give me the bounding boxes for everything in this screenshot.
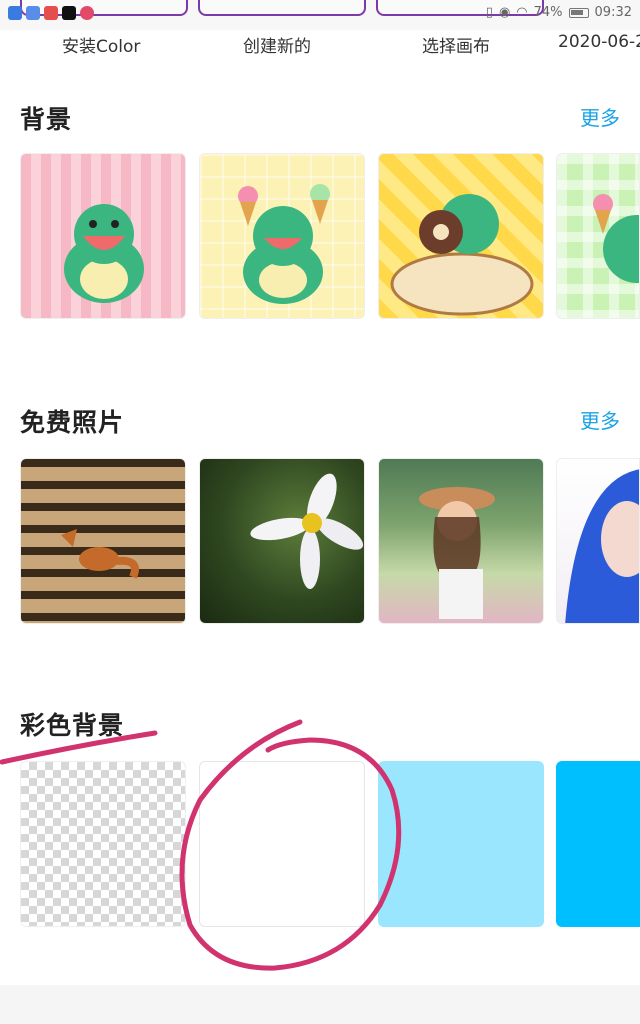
- free-photos-more-link[interactable]: 更多: [580, 405, 620, 434]
- app-icon: [8, 6, 22, 20]
- template-labels-row: 安装Color 创建新的 选择画布 2020-06-2: [0, 30, 640, 82]
- template-card-2[interactable]: [198, 0, 366, 16]
- fox-photo: [61, 529, 139, 579]
- tiktok-icon: [62, 6, 76, 20]
- background-tile[interactable]: [378, 153, 544, 319]
- clock: 09:32: [594, 5, 632, 20]
- battery-percent: 74%: [533, 5, 563, 20]
- blue-color-tile[interactable]: [556, 761, 640, 927]
- light-blue-color-tile[interactable]: [378, 761, 544, 927]
- eye-icon: ◉: [498, 5, 511, 20]
- anime-girl-illustration: [565, 469, 639, 623]
- white-color-tile[interactable]: [199, 761, 365, 927]
- app-icon: [80, 6, 94, 20]
- flower-photo: [250, 473, 364, 589]
- photo-tile[interactable]: [378, 458, 544, 624]
- section-title-backgrounds: 背景: [20, 105, 73, 134]
- wifi-icon: ◠: [516, 5, 528, 20]
- bottom-bar: [0, 985, 640, 1024]
- notification-icons: [8, 6, 94, 20]
- battery-icon: [568, 7, 589, 18]
- background-tile[interactable]: [20, 153, 186, 319]
- photo-tile[interactable]: [199, 458, 365, 624]
- photo-tile[interactable]: [556, 458, 640, 624]
- section-title-color-backgrounds: 彩色背景: [20, 711, 125, 740]
- background-tile[interactable]: [556, 153, 640, 319]
- system-status: ▯ ◉ ◠ 74% 09:32: [486, 5, 632, 20]
- donut-dinosaur-illustration: [390, 194, 534, 316]
- girl-garden-photo: [419, 487, 495, 619]
- app-icon: [44, 6, 58, 20]
- background-tile[interactable]: [199, 153, 365, 319]
- dinosaur-illustration: [593, 194, 639, 283]
- vibrate-icon: ▯: [485, 5, 493, 20]
- backgrounds-more-link[interactable]: 更多: [580, 102, 620, 131]
- photo-tile[interactable]: [20, 458, 186, 624]
- template-label[interactable]: 安装Color: [62, 32, 140, 57]
- dinosaur-illustration: [238, 184, 330, 304]
- transparent-color-tile[interactable]: [20, 761, 186, 927]
- template-label[interactable]: 2020-06-2: [558, 32, 640, 52]
- status-bar: ▯ ◉ ◠ 74% 09:32: [0, 0, 640, 30]
- template-label[interactable]: 选择画布: [422, 32, 490, 57]
- template-label[interactable]: 创建新的: [243, 32, 311, 57]
- dinosaur-illustration: [64, 204, 144, 303]
- app-icon: [26, 6, 40, 20]
- section-title-free-photos: 免费照片: [20, 408, 125, 437]
